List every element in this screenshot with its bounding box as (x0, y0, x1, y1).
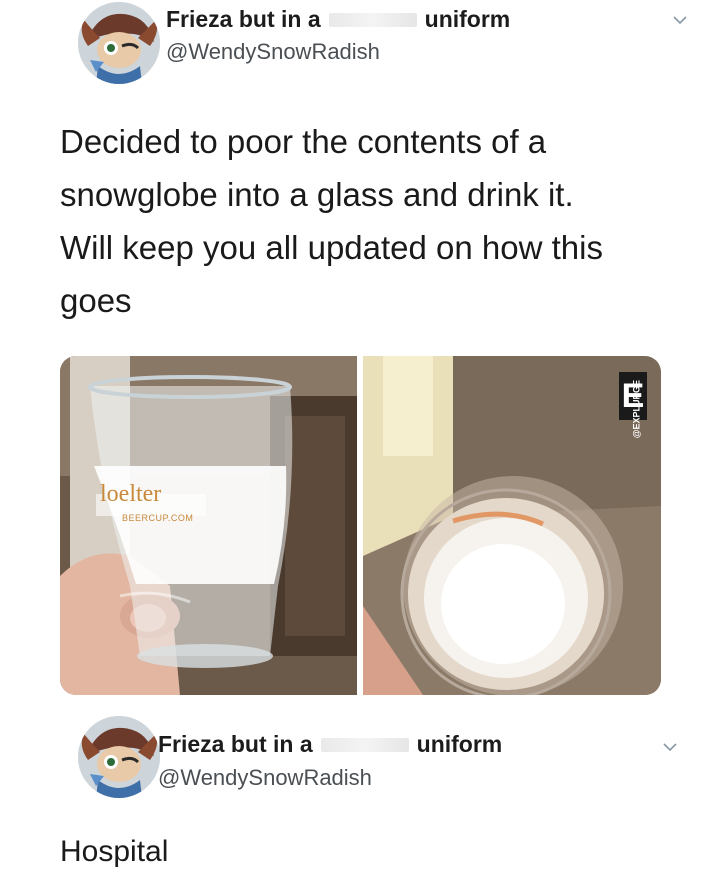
tweet-text-line: snowglobe into a glass and drink it. (60, 176, 574, 213)
reply-header: Frieza but in a uniform @WendySnowRadish (0, 713, 720, 803)
watermark-handle: @EXPLURGE (631, 380, 641, 439)
cartoon-character-avatar-icon (78, 2, 160, 84)
avatar[interactable] (78, 2, 160, 84)
avatar[interactable] (78, 716, 160, 798)
author-name-end: uniform (424, 6, 511, 32)
chevron-down-icon[interactable] (662, 739, 678, 755)
glass-url-label: BEERCUP.COM (122, 513, 194, 523)
glass-brand-label: loelter (100, 481, 162, 507)
redaction-bar (328, 12, 417, 27)
author-name[interactable]: Frieza but in a uniform (158, 731, 502, 758)
author-name-start: Frieza but in a (166, 6, 321, 32)
tweet-header: Frieza but in a uniform @WendySnowRadish (0, 0, 720, 90)
tweet-text-line: Will keep you all updated on how this (60, 229, 603, 266)
author-name-start: Frieza but in a (158, 731, 313, 757)
tweet-media[interactable]: loelter BEERCUP.COM E @EXPLURGE (60, 356, 661, 695)
author-name[interactable]: Frieza but in a uniform (166, 6, 510, 33)
tweet-text-line: goes (60, 282, 132, 319)
cartoon-character-avatar-icon (78, 716, 160, 798)
chevron-down-icon[interactable] (672, 12, 688, 28)
photo-glass-side[interactable]: loelter BEERCUP.COM (60, 356, 357, 695)
reply-text: Hospital (60, 835, 169, 868)
photo-glass-top[interactable]: E @EXPLURGE (363, 356, 661, 695)
author-handle[interactable]: @WendySnowRadish (166, 39, 380, 65)
author-handle[interactable]: @WendySnowRadish (158, 765, 372, 791)
tweet-text-line: Decided to poor the contents of a (60, 123, 547, 160)
author-name-end: uniform (416, 731, 503, 757)
redaction-bar (320, 737, 409, 752)
